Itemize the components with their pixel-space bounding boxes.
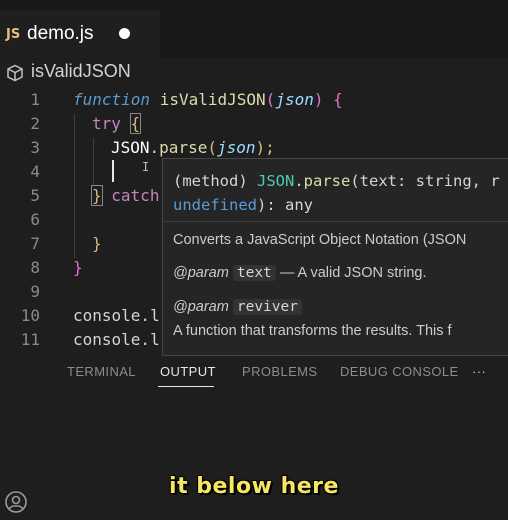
sig-kind: (method)	[173, 172, 257, 190]
editor-tab-bar: JS demo.js	[0, 0, 508, 58]
param-doc-text: @param text — A valid JSON string.	[173, 265, 426, 281]
keyword-catch: catch	[111, 186, 160, 205]
code-line-11: console.l	[73, 330, 160, 349]
open-paren: (	[265, 90, 276, 109]
line-number: 10	[20, 306, 40, 325]
line-number: 11	[20, 330, 40, 349]
line-number: 4	[30, 162, 40, 181]
more-actions-icon[interactable]: ···	[472, 364, 486, 379]
dot: .	[149, 138, 160, 157]
breadcrumb: isValidJSON	[0, 58, 508, 86]
tab-problems[interactable]: PROBLEMS	[242, 364, 317, 379]
sig-return: ): any	[257, 196, 313, 214]
modified-dot-icon[interactable]	[119, 28, 130, 39]
tab-debug-console[interactable]: DEBUG CONSOLE	[340, 364, 459, 379]
account-icon[interactable]	[4, 490, 28, 519]
matched-brace: {	[129, 113, 142, 134]
active-tab-indicator	[158, 386, 214, 387]
line-number: 5	[30, 186, 40, 205]
code-line-8: }	[73, 258, 83, 277]
sig-object: JSON	[257, 172, 295, 190]
indent-guide	[93, 138, 94, 186]
tooltip-divider	[163, 221, 508, 222]
sig-undefined: undefined	[173, 196, 257, 214]
param-name: text	[232, 265, 276, 281]
ibeam-cursor-icon: I	[142, 160, 150, 174]
line-number: 2	[30, 114, 40, 133]
close-paren: );	[255, 138, 275, 157]
indent-guide	[74, 114, 75, 258]
code-line-10: console.l	[73, 306, 160, 325]
output-panel[interactable]	[0, 388, 508, 520]
method-signature: (method) JSON.parse(text: string, r unde…	[173, 169, 508, 217]
video-caption: it below here	[169, 474, 339, 499]
symbol-method-icon	[6, 64, 24, 87]
line-number: 3	[30, 138, 40, 157]
code-line-2: try {	[92, 113, 142, 134]
text-cursor	[112, 160, 114, 182]
line-number: 9	[30, 282, 40, 301]
sig-params: (text: string, r	[350, 172, 500, 190]
matched-brace: }	[91, 185, 103, 206]
parse-method: parse	[159, 138, 208, 157]
sig-dot: .	[294, 172, 304, 190]
keyword-try: try	[92, 114, 121, 133]
method-description: Converts a JavaScript Object Notation (J…	[173, 232, 467, 248]
param-desc: — A valid JSON string.	[279, 265, 427, 281]
sig-method: parse	[303, 172, 351, 190]
close-paren-brace: ) {	[313, 90, 343, 109]
panel-tab-bar: TERMINAL OUTPUT PROBLEMS DEBUG CONSOLE ·…	[0, 356, 508, 388]
code-line-1: function isValidJSON(json) {	[73, 90, 343, 109]
breadcrumb-item-isvalidjson[interactable]: isValidJSON	[31, 61, 131, 82]
reviver-description: A function that transforms the results. …	[173, 323, 452, 339]
function-name: isValidJSON	[159, 90, 266, 109]
javascript-file-icon: JS	[6, 27, 21, 42]
line-number: 7	[30, 234, 40, 253]
param-name: reviver	[232, 299, 302, 315]
param-doc-reviver: @param reviver	[173, 299, 302, 315]
open-paren: (	[207, 138, 217, 157]
code-line-7: }	[92, 234, 102, 253]
param-json: json	[216, 138, 256, 157]
code-line-5: } catch	[91, 185, 160, 206]
line-number: 6	[30, 210, 40, 229]
param-tag: @param	[173, 299, 229, 315]
line-number: 8	[30, 258, 40, 277]
tab-filename: demo.js	[27, 23, 94, 44]
tab-output[interactable]: OUTPUT	[160, 364, 216, 379]
hover-tooltip[interactable]: (method) JSON.parse(text: string, r unde…	[162, 158, 508, 356]
line-number: 1	[30, 90, 40, 109]
tab-terminal[interactable]: TERMINAL	[67, 364, 136, 379]
editor-tab-demo-js[interactable]: JS demo.js	[0, 10, 160, 58]
keyword-function: function	[73, 90, 151, 109]
param-json: json	[275, 90, 314, 109]
code-line-3: JSON.parse(json);	[111, 138, 275, 157]
json-object: JSON	[111, 138, 150, 157]
close-brace: }	[92, 234, 102, 253]
param-tag: @param	[173, 265, 229, 281]
close-brace: }	[73, 258, 83, 277]
